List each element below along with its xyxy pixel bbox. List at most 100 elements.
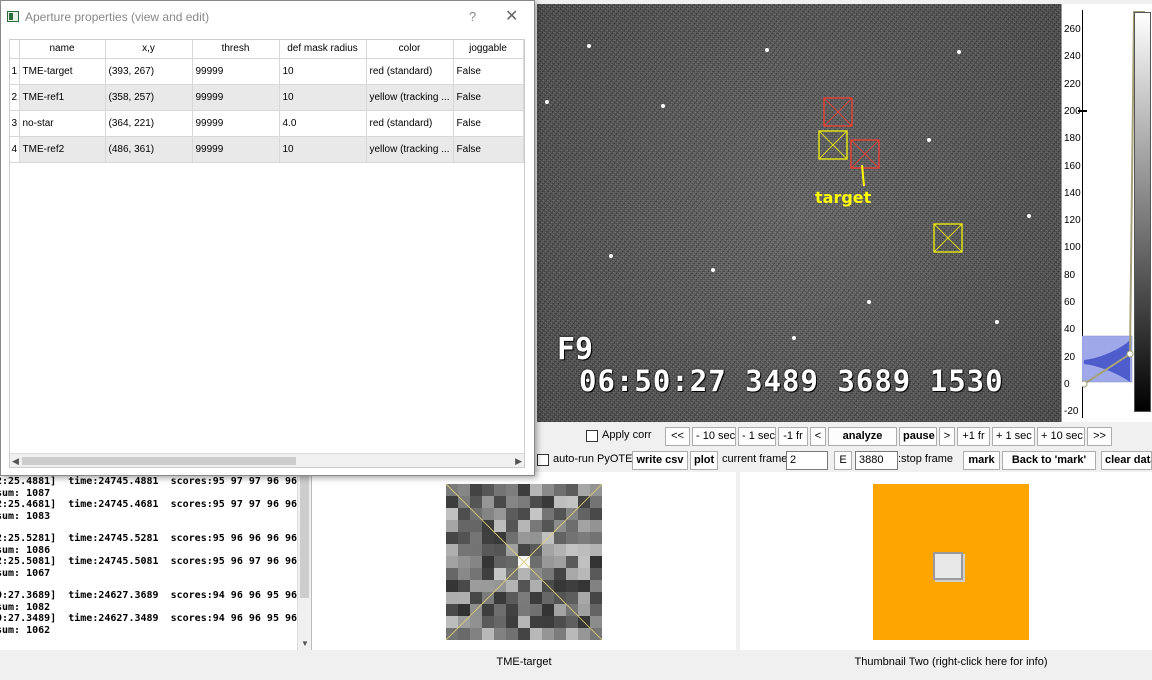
histogram-gradient-bar[interactable] xyxy=(1134,12,1151,412)
aperture-tme-ref1[interactable] xyxy=(818,130,848,160)
thumbnail-two-caption[interactable]: Thumbnail Two (right-click here for info… xyxy=(740,656,1152,668)
cell-name[interactable]: TME-target xyxy=(19,58,106,85)
cell-color[interactable]: yellow (tracking ... xyxy=(366,84,454,111)
column-header-thresh[interactable]: thresh xyxy=(192,40,280,59)
write-csv-button[interactable]: write csv xyxy=(632,451,688,470)
clear-data-button[interactable]: clear data xyxy=(1101,451,1152,470)
forward-10-sec-button[interactable]: + 10 sec xyxy=(1037,427,1085,446)
target-arrow-icon xyxy=(861,164,865,187)
row-number[interactable]: 3 xyxy=(10,110,20,137)
cell-def-mask-radius[interactable]: 10 xyxy=(279,58,367,85)
cell-def-mask-radius[interactable]: 10 xyxy=(279,136,367,163)
table-horizontal-scrollbar[interactable]: ◀ ▶ xyxy=(10,453,524,467)
analyze-button[interactable]: analyze xyxy=(828,427,897,446)
thumbnail-one-image[interactable] xyxy=(446,484,602,640)
back-one-button[interactable]: < xyxy=(810,427,826,446)
row-number[interactable]: 2 xyxy=(10,84,20,111)
pause-button[interactable]: pause xyxy=(899,427,937,446)
star xyxy=(765,48,769,52)
forward-1-frame-button[interactable]: +1 fr xyxy=(957,427,990,446)
cell-color[interactable]: red (standard) xyxy=(366,110,454,137)
cell-name[interactable]: TME-ref1 xyxy=(19,84,106,111)
cell-joggable[interactable]: False xyxy=(453,84,524,111)
thumbnail-one-panel[interactable] xyxy=(312,472,736,650)
stop-frame-input[interactable]: 3880 xyxy=(855,451,898,470)
column-header-xy[interactable]: x,y xyxy=(105,40,193,59)
cell-joggable[interactable]: False xyxy=(453,136,524,163)
e-button[interactable]: E xyxy=(834,451,852,470)
console-line: 0:27.3489] time:24627.3489 scores:94 96 … xyxy=(0,613,298,624)
cell-thresh[interactable]: 99999 xyxy=(192,110,280,137)
table-row[interactable]: 1 TME-target (393, 267) 99999 10 red (st… xyxy=(10,58,524,85)
close-icon[interactable]: ✕ xyxy=(505,1,518,33)
cell-thresh[interactable]: 99999 xyxy=(192,58,280,85)
scroll-right-icon[interactable]: ▶ xyxy=(515,454,522,468)
mark-button[interactable]: mark xyxy=(963,451,1000,470)
cell-thresh[interactable]: 99999 xyxy=(192,136,280,163)
current-frame-input[interactable]: 2 xyxy=(786,451,828,470)
thumbnail-two-panel[interactable] xyxy=(740,472,1152,650)
main-image-view[interactable]: target F9 06:50:27 3489 3689 1530 xyxy=(537,4,1061,422)
back-to-mark-button[interactable]: Back to 'mark' xyxy=(1002,451,1096,470)
back-fast-button[interactable]: << xyxy=(665,427,690,446)
table-scroll-thumb[interactable] xyxy=(22,457,296,465)
table-row[interactable]: 3 no-star (364, 221) 99999 4.0 red (stan… xyxy=(10,110,524,137)
console-scrollbar[interactable]: ▼ xyxy=(297,472,311,650)
histogram-panel[interactable]: 260 240 220 200 180 160 140 120 100 80 60 40 20 0 -20 xyxy=(1061,4,1152,422)
cell-name[interactable]: TME-ref2 xyxy=(19,136,106,163)
star xyxy=(587,44,591,48)
scroll-down-icon[interactable]: ▼ xyxy=(301,639,309,648)
forward-1-sec-button[interactable]: + 1 sec xyxy=(992,427,1035,446)
column-header-color[interactable]: color xyxy=(366,40,454,59)
console-output[interactable]: 2:25.4881] time:24745.4881 scores:95 97 … xyxy=(0,472,312,650)
cell-thresh[interactable]: 99999 xyxy=(192,84,280,111)
auto-run-pyote-checkbox[interactable] xyxy=(537,454,549,466)
table-row[interactable]: 4 TME-ref2 (486, 361) 99999 10 yellow (t… xyxy=(10,136,524,163)
cell-joggable[interactable]: False xyxy=(453,58,524,85)
aperture-no-star[interactable] xyxy=(823,97,853,127)
aperture-table[interactable]: name x,y thresh def mask radius color jo… xyxy=(9,39,525,468)
row-number[interactable]: 4 xyxy=(10,136,20,163)
forward-one-button[interactable]: > xyxy=(939,427,955,446)
cell-color[interactable]: yellow (tracking ... xyxy=(366,136,454,163)
plot-button[interactable]: plot xyxy=(690,451,718,470)
scroll-left-icon[interactable]: ◀ xyxy=(12,454,19,468)
back-10-sec-button[interactable]: - 10 sec xyxy=(692,427,736,446)
cell-xy[interactable]: (486, 361) xyxy=(105,136,193,163)
column-header-joggable[interactable]: joggable xyxy=(453,40,524,59)
forward-fast-button[interactable]: >> xyxy=(1087,427,1112,446)
console-line: sum: 1086 xyxy=(0,544,51,556)
cell-xy[interactable]: (364, 221) xyxy=(105,110,193,137)
thumbnail-two-image[interactable] xyxy=(873,484,1029,640)
console-gap xyxy=(0,579,297,590)
aperture-properties-dialog[interactable]: Aperture properties (view and edit) ? ✕ … xyxy=(0,0,535,476)
back-1-sec-button[interactable]: - 1 sec xyxy=(738,427,776,446)
aperture-tme-ref2[interactable] xyxy=(933,223,963,253)
cell-xy[interactable]: (393, 267) xyxy=(105,58,193,85)
row-number[interactable]: 1 xyxy=(10,58,20,85)
thumbnail-one-caption: TME-target xyxy=(496,656,552,668)
console-line: sum: 1083 xyxy=(0,510,51,522)
dialog-title-bar[interactable]: Aperture properties (view and edit) ? ✕ xyxy=(1,1,534,33)
column-header-def-mask-radius[interactable]: def mask radius xyxy=(279,40,367,59)
table-row[interactable]: 2 TME-ref1 (358, 257) 99999 10 yellow (t… xyxy=(10,84,524,111)
cell-color[interactable]: red (standard) xyxy=(366,58,454,85)
histogram-tick-label: 180 xyxy=(1064,133,1081,145)
histogram-tick-label: 40 xyxy=(1064,324,1076,336)
cell-def-mask-radius[interactable]: 10 xyxy=(279,84,367,111)
back-1-frame-button[interactable]: -1 fr xyxy=(778,427,808,446)
histogram-tick-label: 220 xyxy=(1064,78,1081,90)
column-header-name[interactable]: name xyxy=(19,40,106,59)
cell-def-mask-radius[interactable]: 4.0 xyxy=(279,110,367,137)
star xyxy=(867,300,871,304)
cell-joggable[interactable]: False xyxy=(453,110,524,137)
apply-corr-checkbox[interactable] xyxy=(586,430,598,442)
cell-name[interactable]: no-star xyxy=(19,110,106,137)
console-scroll-thumb[interactable] xyxy=(300,476,309,598)
histogram-level-marker[interactable] xyxy=(1078,110,1087,112)
console-line: sum: 1082 xyxy=(0,601,51,613)
console-gap xyxy=(0,522,297,533)
star xyxy=(792,336,796,340)
cell-xy[interactable]: (358, 257) xyxy=(105,84,193,111)
help-icon[interactable]: ? xyxy=(469,1,476,33)
